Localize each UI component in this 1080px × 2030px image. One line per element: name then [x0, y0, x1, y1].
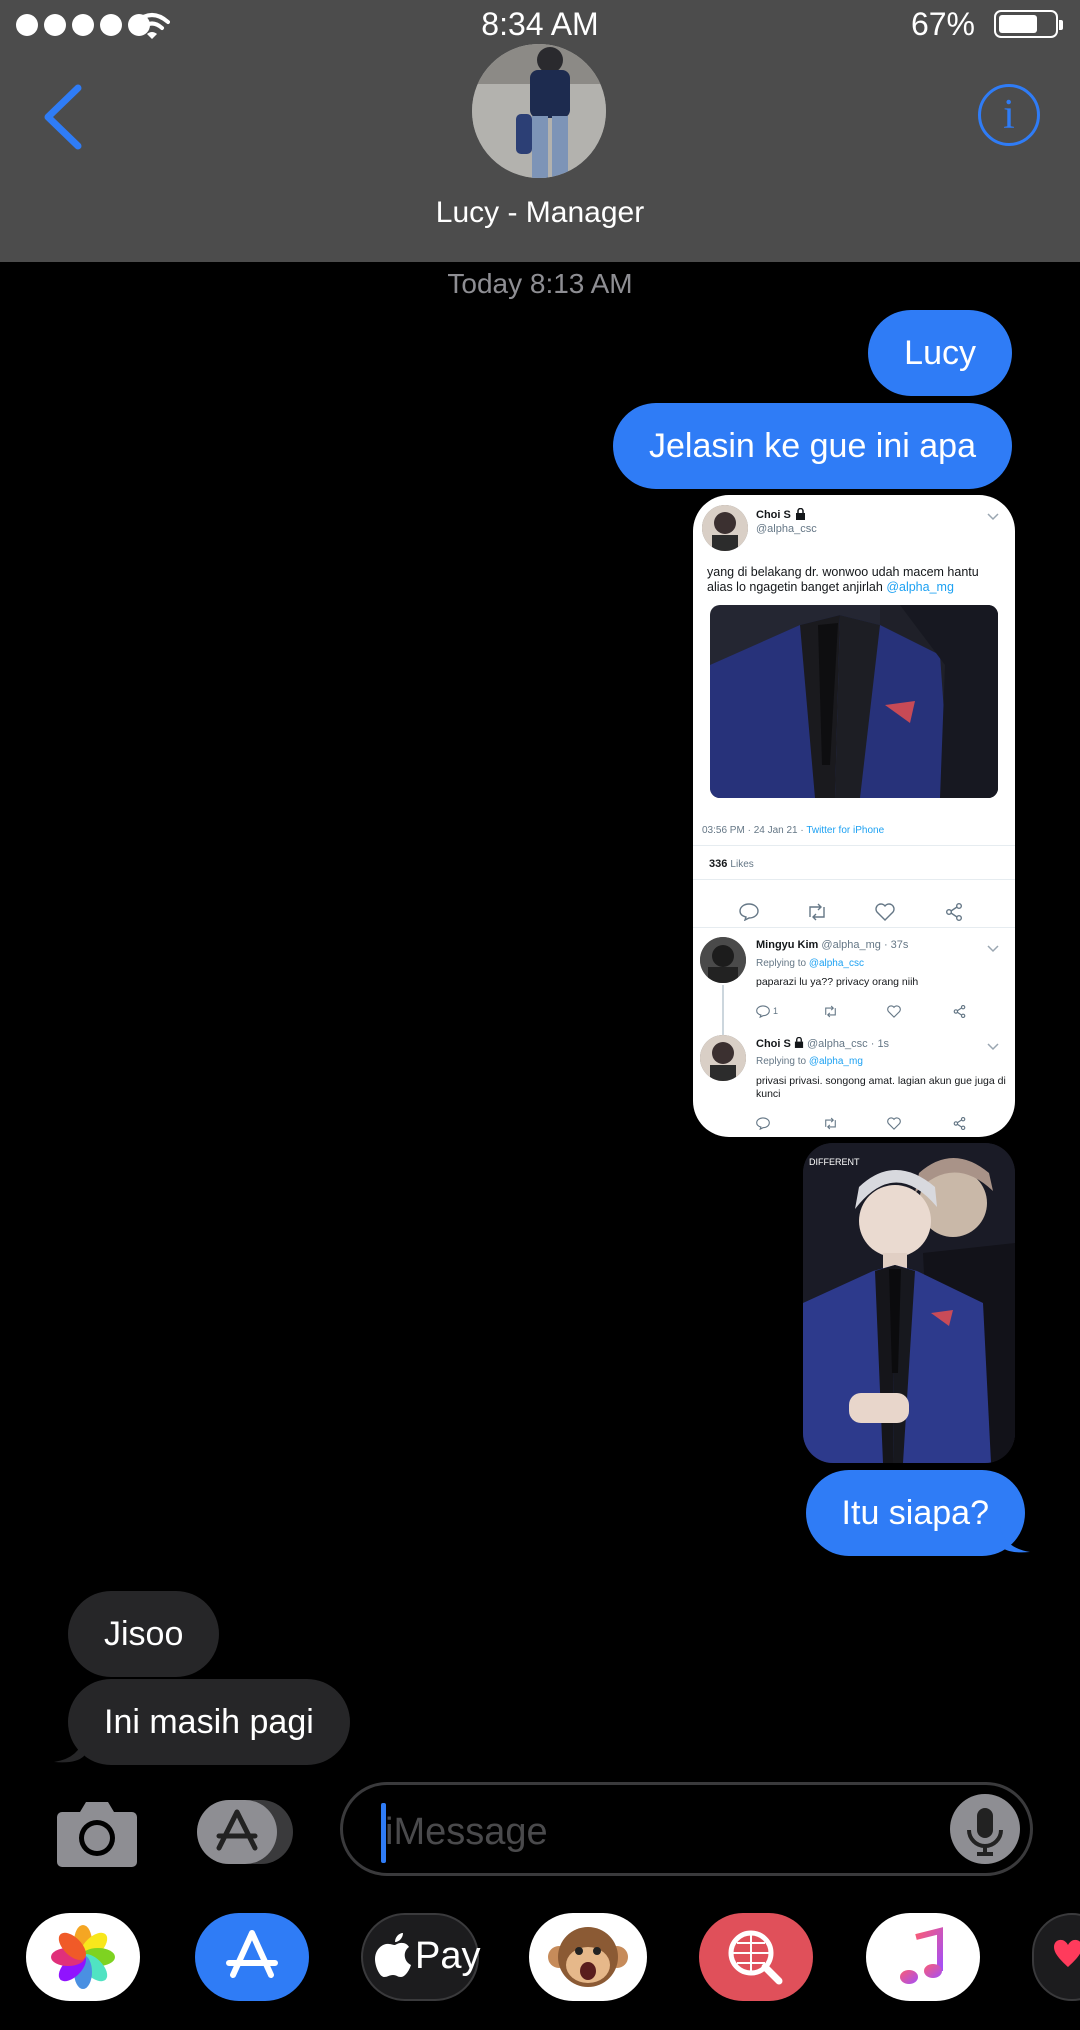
tweet-body: yang di belakang dr. wonwoo udah macem h…	[707, 565, 979, 594]
animoji-monkey-icon[interactable]	[529, 1913, 647, 2001]
lock-icon	[796, 508, 805, 520]
divider	[693, 879, 1015, 880]
digital-touch-icon[interactable]	[1032, 1913, 1080, 2001]
chevron-left-icon[interactable]	[40, 82, 88, 152]
reply-text: paparazi lu ya?? privacy orang niih	[756, 976, 919, 988]
app-store-icon[interactable]	[195, 1913, 309, 2001]
message-bubble-incoming[interactable]: Jisoo	[68, 1591, 220, 1677]
photo-watermark: DIFFERENT	[809, 1157, 860, 1167]
photos-app-icon[interactable]	[26, 1913, 140, 2001]
retweet-icon	[825, 1005, 836, 1018]
share-icon	[946, 903, 962, 921]
app-store-icon	[197, 1800, 293, 1864]
message-photo[interactable]: DIFFERENT	[803, 1143, 1015, 1463]
message-input-placeholder: iMessage	[385, 1811, 548, 1853]
like-icon	[875, 903, 895, 921]
divider	[693, 845, 1015, 846]
tweet-likes: 336 Likes	[709, 858, 754, 870]
tweet-screenshot-image[interactable]: Choi S @alpha_csc yang di belakang dr. w…	[693, 495, 1015, 1137]
app-store-drawer-button[interactable]	[197, 1800, 293, 1864]
reply-icon	[756, 1117, 770, 1130]
apple-pay-icon[interactable]: Pay	[361, 1913, 481, 2001]
conversation-header: 8:34 AM 67% i Lucy - Manager	[0, 0, 1080, 262]
like-icon	[887, 1117, 901, 1130]
message-bubble-outgoing[interactable]: Itu siapa?	[805, 1470, 1025, 1556]
apple-logo-icon	[375, 1933, 411, 1977]
conversation-timestamp: Today 8:13 AM	[447, 268, 633, 299]
status-bar: 8:34 AM 67%	[0, 0, 1080, 50]
tweet-author-avatar	[702, 505, 748, 551]
battery-percent: 67%	[910, 6, 975, 42]
chevron-down-icon	[987, 1043, 999, 1051]
bubble-tail	[54, 1736, 84, 1763]
tweet-author-handle: @alpha_csc	[756, 523, 817, 535]
tweet-meta: 03:56 PM · 24 Jan 21 · Twitter for iPhon…	[702, 825, 885, 836]
message-bubble-incoming[interactable]: Ini masih pagi	[68, 1679, 350, 1765]
reply-header: Mingyu Kim @alpha_mg · 37s	[756, 939, 909, 951]
bubble-tail	[1000, 1526, 1030, 1553]
chevron-down-icon	[987, 945, 999, 953]
divider	[693, 927, 1015, 928]
info-icon[interactable]: i	[978, 84, 1040, 146]
image-search-icon[interactable]	[699, 1913, 813, 2001]
share-icon	[953, 1117, 966, 1130]
microphone-icon[interactable]	[950, 1794, 1020, 1864]
reply-icon	[739, 903, 759, 921]
battery-icon	[994, 10, 1063, 38]
camera-icon[interactable]	[56, 1796, 138, 1868]
like-icon	[887, 1005, 901, 1018]
share-icon	[953, 1005, 966, 1018]
apple-pay-label: Pay	[415, 1935, 481, 1977]
reply-count: 1	[773, 1006, 779, 1016]
reply-text: privasi privasi. songong amat. lagian ak…	[756, 1075, 1006, 1100]
retweet-icon	[825, 1117, 836, 1130]
reply-avatar	[700, 1035, 746, 1081]
reply-header: Choi S @alpha_csc · 1s	[756, 1036, 890, 1050]
music-icon[interactable]	[866, 1913, 980, 2001]
message-bubble-outgoing[interactable]: Lucy	[868, 310, 1012, 396]
tweet-attached-photo	[710, 605, 998, 798]
retweet-icon	[809, 903, 825, 921]
reply-icon	[756, 1005, 770, 1018]
contact-name[interactable]: Lucy - Manager	[0, 196, 1080, 230]
chevron-down-icon	[987, 513, 999, 521]
message-input[interactable]: iMessage	[340, 1782, 1033, 1876]
replying-to: Replying to @alpha_csc	[756, 958, 864, 969]
lock-icon	[794, 1036, 803, 1048]
reply-avatar	[700, 937, 746, 983]
tweet-author-name: Choi S	[756, 509, 791, 521]
contact-avatar[interactable]	[472, 44, 606, 178]
message-bubble-outgoing[interactable]: Jelasin ke gue ini apa	[612, 403, 1012, 489]
replying-to: Replying to @alpha_mg	[756, 1056, 863, 1067]
